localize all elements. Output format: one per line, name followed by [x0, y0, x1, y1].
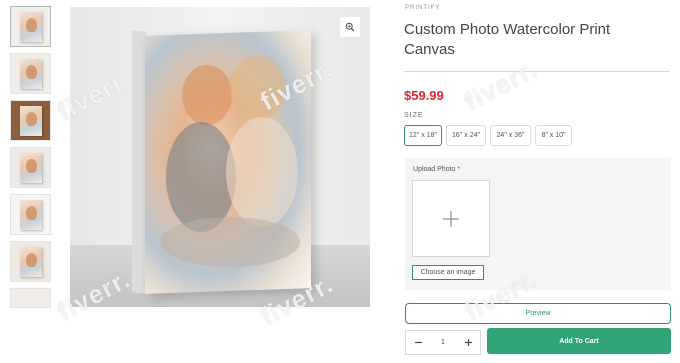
thumbnail-image: [20, 247, 42, 277]
size-label: SIZE: [404, 112, 424, 119]
choose-image-button[interactable]: Choose an image: [412, 265, 484, 280]
thumbnail-5[interactable]: [10, 194, 51, 235]
thumbnail-6[interactable]: [10, 241, 51, 282]
minus-icon: [414, 341, 422, 344]
watercolor-splash: [226, 117, 298, 227]
plus-icon: [464, 339, 472, 346]
upload-photo-label-text: Upload Photo: [413, 166, 456, 173]
increase-quantity-button[interactable]: [456, 331, 480, 354]
product-title: Custom Photo Watercolor Print Canvas: [404, 21, 611, 58]
decrease-quantity-button[interactable]: [406, 331, 430, 354]
thumbnail-7[interactable]: [10, 288, 51, 308]
upload-photo-label: Upload Photo *: [413, 166, 460, 173]
watercolor-splash: [230, 55, 286, 121]
main-product-image: [70, 7, 370, 307]
quantity-stepper: 1: [405, 330, 481, 355]
canvas-edge: [132, 30, 146, 294]
divider: [404, 71, 670, 72]
size-options: 12" x 18" 16" x 24" 24" x 36" 8" x 10": [404, 125, 572, 146]
thumbnail-image: [20, 153, 42, 183]
quantity-value[interactable]: 1: [430, 339, 456, 346]
size-option-16x24[interactable]: 16" x 24": [446, 125, 486, 146]
thumbnail-image: [20, 59, 42, 89]
thumbnail-strip: [10, 6, 52, 314]
watercolor-splash: [182, 65, 232, 125]
watercolor-splash: [160, 217, 300, 267]
product-price: $59.99: [404, 88, 444, 103]
thumbnail-image: [20, 200, 42, 230]
size-option-8x10[interactable]: 8" x 10": [535, 125, 572, 146]
upload-photo-panel: Upload Photo * Choose an image: [405, 158, 671, 290]
thumbnail-2[interactable]: [10, 53, 51, 94]
required-mark: *: [457, 166, 461, 173]
size-option-24x36[interactable]: 24" x 36": [490, 125, 531, 146]
add-to-cart-button[interactable]: Add To Cart: [487, 328, 671, 354]
vendor-name: PRINTIFY: [405, 5, 441, 11]
zoom-button[interactable]: [340, 17, 360, 37]
size-option-12x18[interactable]: 12" x 18": [404, 125, 442, 146]
preview-button[interactable]: Preview: [405, 303, 671, 324]
zoom-in-icon: [345, 22, 355, 32]
thumbnail-1[interactable]: [10, 6, 51, 47]
thumbnail-image: [20, 12, 42, 42]
thumbnail-image: [20, 106, 42, 136]
thumbnail-4[interactable]: [10, 147, 51, 188]
thumbnail-3[interactable]: [10, 100, 51, 141]
plus-icon: [443, 210, 459, 227]
watermark-text: fiverr.: [459, 53, 543, 117]
upload-dropzone[interactable]: [412, 180, 490, 257]
